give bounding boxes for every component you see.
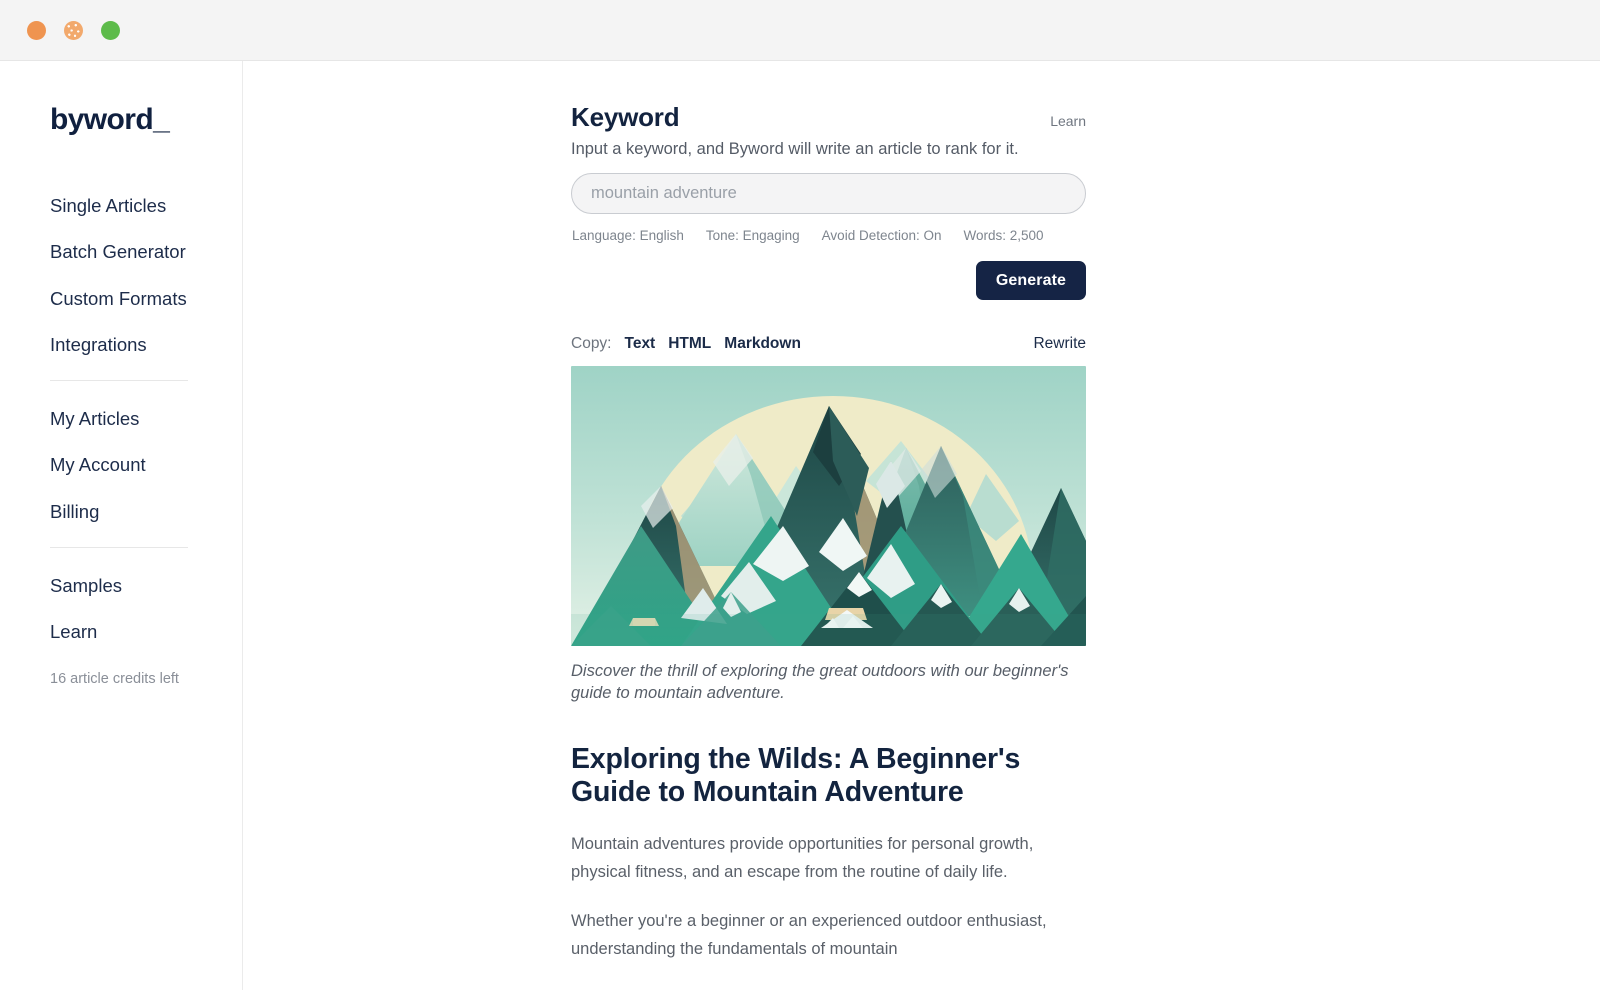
learn-link[interactable]: Learn <box>1050 113 1086 129</box>
sidebar-nav: Single Articles Batch Generator Custom F… <box>0 195 242 642</box>
copy-as-text-button[interactable]: Text <box>625 335 656 353</box>
article-credits-label: 16 article credits left <box>50 671 179 688</box>
sidebar-item-integrations[interactable]: Integrations <box>50 334 242 355</box>
article-caption: Discover the thrill of exploring the gre… <box>571 662 1069 703</box>
setting-language[interactable]: Language: English <box>572 228 684 243</box>
sidebar-item-billing[interactable]: Billing <box>50 501 242 522</box>
article-paragraph-1: Mountain adventures provide opportunitie… <box>571 835 1034 882</box>
setting-tone[interactable]: Tone: Engaging <box>706 228 800 243</box>
close-dot-icon[interactable] <box>27 20 46 40</box>
copy-as-markdown-button[interactable]: Markdown <box>724 335 801 353</box>
setting-words[interactable]: Words: 2,500 <box>964 228 1044 243</box>
copy-label: Copy: <box>571 335 612 353</box>
article-hero-image <box>571 366 1086 647</box>
article-paragraph-2: Whether you're a beginner or an experien… <box>571 911 1047 959</box>
sidebar-item-my-articles[interactable]: My Articles <box>50 408 242 429</box>
sidebar-item-samples[interactable]: Samples <box>50 575 242 596</box>
maximize-dot-icon[interactable] <box>101 20 120 40</box>
generate-button[interactable]: Generate <box>975 261 1086 301</box>
copy-toolbar: Copy: Text HTML Markdown Rewrite <box>571 335 1086 353</box>
sidebar-item-batch-generator[interactable]: Batch Generator <box>50 241 242 262</box>
window-titlebar <box>0 0 1600 61</box>
article-heading: Exploring the Wilds: A Beginner's Guide … <box>571 742 1021 809</box>
sidebar-item-single-articles[interactable]: Single Articles <box>50 195 242 216</box>
copy-as-html-button[interactable]: HTML <box>668 335 711 353</box>
app-logo[interactable]: byword_ <box>50 105 242 135</box>
sidebar: byword_ Single Articles Batch Generator … <box>0 61 243 990</box>
content-column: Keyword Learn Input a keyword, and Bywor… <box>571 103 1086 964</box>
minimize-dot-icon[interactable] <box>64 20 83 40</box>
app-window: byword_ Single Articles Batch Generator … <box>0 0 1600 990</box>
sidebar-item-custom-formats[interactable]: Custom Formats <box>50 288 242 309</box>
main-content: Keyword Learn Input a keyword, and Bywor… <box>244 61 1600 990</box>
generate-row: Generate <box>571 261 1086 301</box>
rewrite-button[interactable]: Rewrite <box>1033 335 1086 353</box>
page-title: Keyword <box>571 102 680 132</box>
sidebar-divider-1 <box>50 380 188 382</box>
mountain-illustration-icon <box>571 366 1086 647</box>
sidebar-divider-2 <box>50 546 188 548</box>
keyword-header-row: Keyword Learn <box>571 103 1086 132</box>
copy-options-group: Copy: Text HTML Markdown <box>571 335 801 353</box>
keyword-subtitle: Input a keyword, and Byword will write a… <box>571 139 1019 158</box>
setting-avoid-detection[interactable]: Avoid Detection: On <box>822 228 942 243</box>
window-controls <box>27 20 120 40</box>
generation-settings-row: Language: English Tone: Engaging Avoid D… <box>571 228 1086 243</box>
keyword-input[interactable] <box>571 173 1086 215</box>
sidebar-item-learn[interactable]: Learn <box>50 621 242 642</box>
sidebar-item-my-account[interactable]: My Account <box>50 454 242 475</box>
